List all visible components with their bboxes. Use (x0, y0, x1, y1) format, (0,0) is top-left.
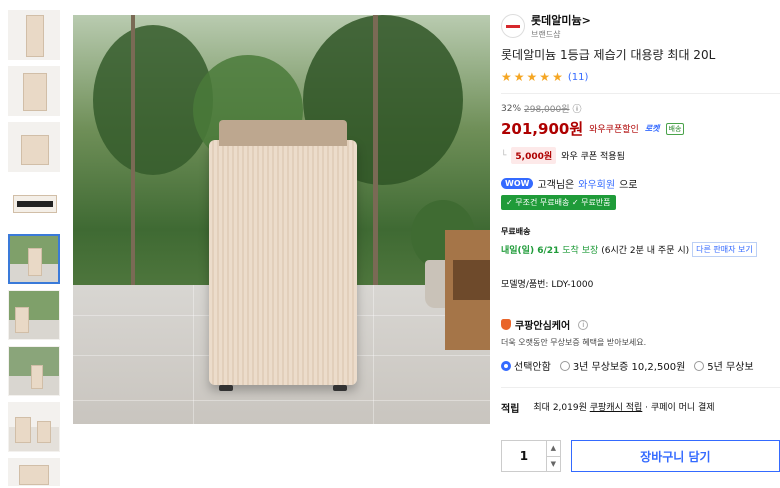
thumbnail-5[interactable] (8, 234, 60, 284)
points-row: 적립 최대 2,019원 쿠팡캐시 적립 · 쿠페이 머니 결제 (501, 400, 780, 415)
care-option-5yr[interactable]: 5년 무상보 (694, 358, 754, 373)
divider (501, 387, 780, 388)
delivery-guarantee: 도착 보장 (562, 246, 599, 256)
cart-row: 1 ▲ ▼ 장바구니 담기 (501, 440, 780, 472)
quantity-value[interactable]: 1 (502, 441, 546, 471)
dehumidifier-image (209, 120, 357, 391)
care-options: 선택안함 3년 무상보증 10,2,500원 5년 무상보 (501, 358, 780, 373)
thumbnail-3[interactable] (8, 122, 60, 172)
star-icon: ★ (539, 70, 551, 84)
thumbnail-6[interactable] (8, 290, 60, 340)
care-header: 쿠팡안심케어 i (501, 317, 780, 332)
brand-sub: 브랜드샵 (531, 30, 561, 39)
coupon-row: └ 5,000원 와우 쿠폰 적용됨 (501, 147, 780, 164)
info-icon[interactable]: i (578, 319, 589, 330)
delivery-row: 내일(일) 6/21 도착 보장 (6시간 2분 내 주문 시) 다른 판매자 … (501, 242, 780, 257)
wow-text-after: 으로 (619, 180, 638, 191)
thumbnail-7[interactable] (8, 346, 60, 396)
care-title: 쿠팡안심케어 (515, 321, 571, 332)
care-option-3yr[interactable]: 3년 무상보증 10,2,500원 (559, 358, 685, 373)
coupon-text: 와우 쿠폰 적용됨 (561, 152, 625, 162)
wow-member-link[interactable]: 와우회원 (578, 176, 615, 191)
free-shipping-badge: ✓ 무조건 무료배송 ✓ 무료반품 (501, 195, 616, 210)
quantity-stepper[interactable]: 1 ▲ ▼ (501, 440, 561, 472)
thumbnail-2[interactable] (8, 66, 60, 116)
thumbnail-9[interactable] (8, 458, 60, 486)
points-rest: · 쿠페이 머니 결제 (645, 403, 715, 413)
star-icon: ★ (552, 70, 563, 84)
chevron-down-icon[interactable]: ▼ (547, 457, 560, 472)
brand-name[interactable]: 롯데알미늄 (531, 14, 582, 27)
review-count[interactable]: (11) (568, 72, 589, 83)
coupon-discount-label: 와우쿠폰할인 (589, 125, 639, 135)
free-shipping-label: 무료배송 (501, 227, 531, 236)
points-max: 최대 2,019원 (533, 403, 587, 413)
thumbnail-8[interactable] (8, 402, 60, 452)
sale-price: 201,900원 (501, 120, 584, 138)
thumbnail-list (8, 10, 62, 488)
divider (501, 93, 780, 94)
brand-row[interactable]: 롯데알미늄> 브랜드샵 (501, 12, 780, 40)
coupon-branch-icon: └ (501, 150, 507, 161)
price-row: 201,900원 와우쿠폰할인 로켓 배송 (501, 118, 780, 139)
delivery-note: (6시간 2분 내 주문 시) (601, 246, 690, 256)
rocket-delivery-icon: 로켓 (644, 124, 660, 133)
add-to-cart-button[interactable]: 장바구니 담기 (570, 440, 780, 472)
rating[interactable]: ★ ★ ★ ★ ★ (11) (501, 71, 780, 83)
rocket-badge: 배송 (665, 122, 685, 135)
wow-text: 고객님은 (537, 180, 575, 191)
star-icon: ★ (501, 70, 512, 84)
coupang-cash-link[interactable]: 쿠팡캐시 적립 (590, 403, 643, 413)
brand-logo (501, 14, 525, 38)
points-label: 적립 (501, 404, 520, 415)
thumbnail-1[interactable] (8, 10, 60, 60)
product-main-image (73, 15, 490, 424)
care-option-none[interactable]: 선택안함 (501, 358, 551, 373)
discount-rate: 32% (501, 103, 522, 114)
coupon-chip: 5,000원 (511, 147, 557, 164)
radio-icon (694, 360, 705, 371)
radio-icon (559, 360, 570, 371)
wow-badge: WOW (501, 178, 534, 189)
care-description: 더욱 오랫동안 무상보증 혜택을 받아보세요. (501, 338, 647, 347)
star-icon: ★ (526, 70, 538, 84)
product-info-panel: 롯데알미늄> 브랜드샵 롯데알미늄 1등급 제습기 대용량 최대 20L ★ ★… (501, 12, 780, 472)
chevron-up-icon[interactable]: ▲ (546, 441, 560, 457)
star-icon: ★ (513, 70, 525, 84)
model-number: 모델명/품번: LDY-1000 (501, 280, 594, 290)
wow-row: WOW 고객님은 와우회원 으로 (501, 176, 780, 191)
other-seller-button[interactable]: 다른 판매자 보기 (692, 242, 757, 257)
original-price: 298,000원 (524, 105, 570, 115)
delivery-date: 내일(일) 6/21 (501, 246, 560, 256)
radio-selected-icon (501, 360, 511, 371)
product-title: 롯데알미늄 1등급 제습기 대용량 최대 20L (501, 48, 716, 62)
discount-row: 32% 298,000원 ⓘ (501, 102, 780, 116)
thumbnail-4[interactable] (8, 178, 60, 228)
info-icon[interactable]: ⓘ (573, 102, 582, 115)
shield-icon (501, 319, 511, 330)
chevron-right-icon: > (581, 14, 591, 27)
